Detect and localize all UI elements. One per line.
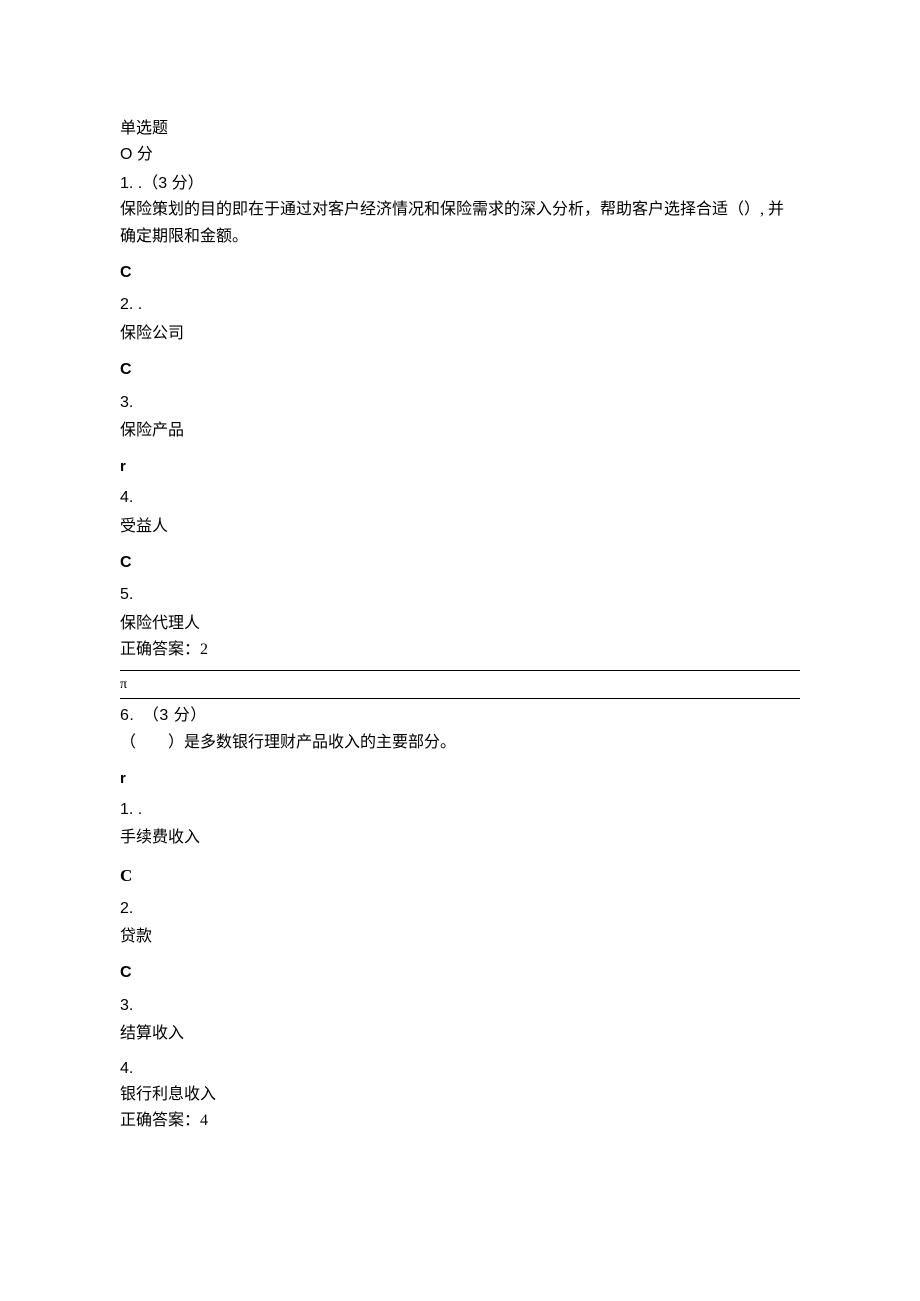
- q1-option2-num-text: 3.: [120, 394, 133, 411]
- q2-option1-marker: r: [120, 768, 800, 789]
- q1-option4-marker: C: [120, 552, 800, 574]
- q2-option2-number: 2.: [120, 898, 800, 920]
- q2-number-text: 6. （3 分）: [120, 707, 207, 724]
- q1-option3-text: 受益人: [120, 516, 800, 538]
- q2-option4-text: 银行利息收入: [120, 1084, 800, 1106]
- q1-option1-num-text: 2. .: [120, 296, 142, 313]
- q2-option2-marker: C: [120, 864, 800, 888]
- q1-correct-answer: 正确答案：2: [120, 639, 800, 661]
- q2-option3-number: 3.: [120, 995, 800, 1017]
- q2-option3-text: 结算收入: [120, 1023, 800, 1045]
- q2-option4-num-text: 4.: [120, 1060, 133, 1077]
- q1-option2-text: 保险产品: [120, 420, 800, 442]
- q1-number-text: 1. .（3 分）: [120, 175, 204, 192]
- q1-option2-number: 3.: [120, 392, 800, 414]
- divider-line-bottom: [120, 698, 800, 699]
- document-page: 单选题 O 分 1. .（3 分） 保险策划的目的即在于通过对客户经济情况和保险…: [0, 0, 920, 1177]
- q2-option2-num-text: 2.: [120, 900, 133, 917]
- score-text: O 分: [120, 146, 153, 163]
- q2-option4-number: 4.: [120, 1058, 800, 1080]
- q2-correct-answer: 正确答案：4: [120, 1110, 800, 1132]
- divider-line-top: [120, 670, 800, 671]
- score-line: O 分: [120, 144, 800, 166]
- q2-option3-num-text: 3.: [120, 997, 133, 1014]
- q2-number: 6. （3 分）: [120, 705, 800, 727]
- q1-option3-num-text: 4.: [120, 489, 133, 506]
- q1-option1-text: 保险公司: [120, 323, 800, 345]
- q1-option3-number: 4.: [120, 487, 800, 509]
- q1-stem-line2: 确定期限和金额。: [120, 226, 800, 248]
- q1-option4-text: 保险代理人: [120, 613, 800, 635]
- q2-option1-num-text: 1. .: [120, 801, 142, 818]
- divider-glyph: π: [120, 675, 800, 695]
- q2-option3-marker: C: [120, 962, 800, 984]
- q1-option1-marker: C: [120, 262, 800, 284]
- section-title: 单选题: [120, 118, 800, 140]
- q1-option1-number: 2. .: [120, 294, 800, 316]
- q2-option1-text: 手续费收入: [120, 827, 800, 849]
- q1-option4-number: 5.: [120, 584, 800, 606]
- q1-option4-num-text: 5.: [120, 586, 133, 603]
- q2-option2-text: 贷款: [120, 926, 800, 948]
- q2-option1-number: 1. .: [120, 799, 800, 821]
- q1-option2-marker: C: [120, 359, 800, 381]
- q1-option3-marker: r: [120, 456, 800, 477]
- q1-number: 1. .（3 分）: [120, 173, 800, 195]
- q1-stem-line1: 保险策划的目的即在于通过对客户经济情况和保险需求的深入分析，帮助客户选择合适（）…: [120, 199, 800, 221]
- q2-stem: （ ）是多数银行理财产品收入的主要部分。: [120, 732, 800, 754]
